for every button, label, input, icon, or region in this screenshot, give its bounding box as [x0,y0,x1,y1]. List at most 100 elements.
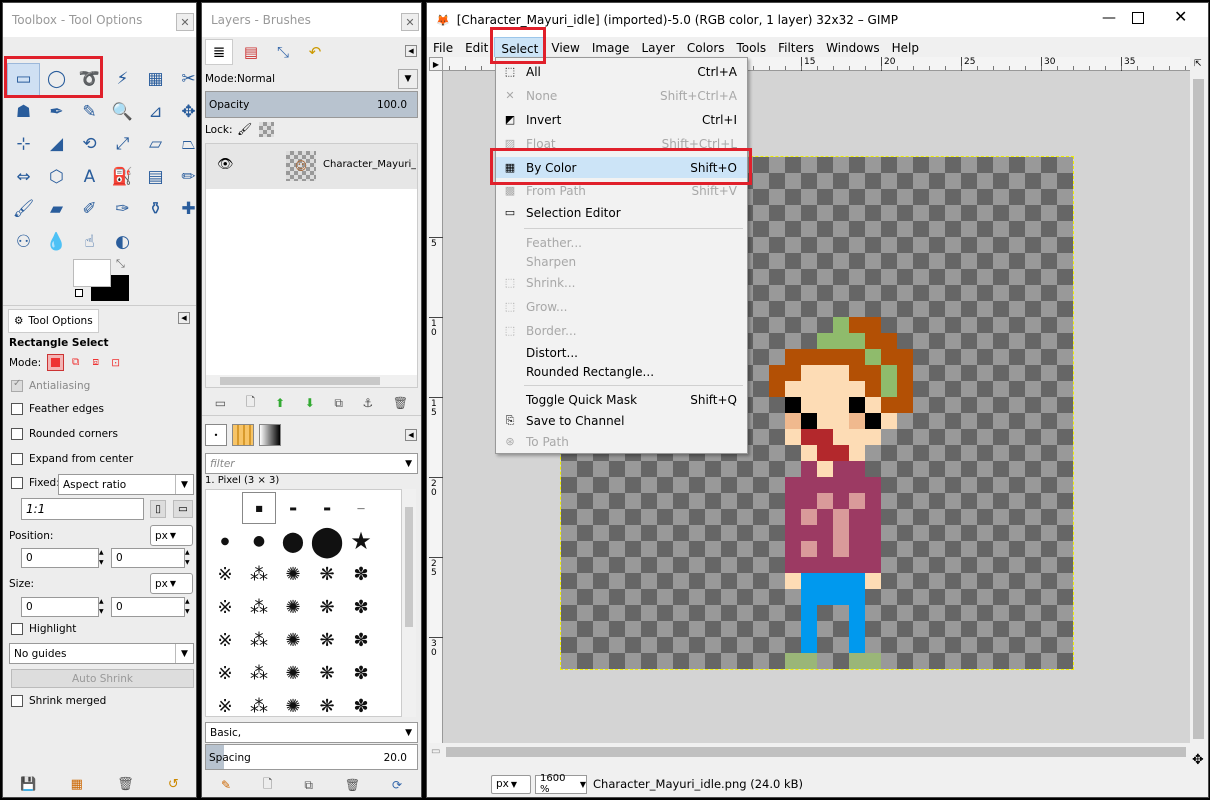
brush-item[interactable]: ✺ [276,558,310,590]
fixed-checkbox[interactable]: Fixed: [11,477,60,489]
free-select-icon[interactable]: ➰ [73,63,106,96]
panel-menu-icon[interactable]: ◀ [405,429,417,441]
position-x-spinner[interactable]: ▲ ▼ [99,548,107,568]
smudge-icon[interactable]: ☝ [73,226,106,259]
save-options-icon[interactable]: 💾 [20,777,36,792]
size-h-input[interactable]: 0 [111,597,185,617]
mode-replace-icon[interactable] [47,354,65,371]
close-icon[interactable]: ✕ [176,13,194,31]
ruler-origin[interactable]: ▶ [429,57,443,71]
menu-item-selection-editor[interactable]: ▭ Selection Editor [496,202,747,223]
brush-item[interactable]: ⁂ [242,558,276,590]
reset-options-icon[interactable]: ↺ [168,777,179,792]
brush-item[interactable] [208,492,242,524]
brush-item[interactable]: ✽ [344,657,378,689]
new-layer-icon[interactable]: 🗋 [246,393,256,414]
menu-filters[interactable]: Filters [772,37,820,59]
by-color-select-icon[interactable]: ▦ [139,63,172,96]
shear-icon[interactable]: ▱ [139,128,172,161]
menu-item-toggle-quick-mask[interactable]: Toggle Quick Mask Shift+Q [496,389,747,410]
color-picker-icon[interactable]: ✎ [73,96,106,129]
foreground-color-swatch[interactable] [73,259,111,287]
brush-item[interactable]: ※ [208,690,242,717]
brush-item[interactable]: ❋ [310,591,344,623]
fuzzy-select-icon[interactable]: ⚡ [106,63,139,96]
brush-item[interactable]: ✽ [344,690,378,717]
swap-colors-icon[interactable]: ⤡ [116,257,125,271]
rounded-corners-checkbox[interactable]: Rounded corners [11,428,118,440]
mode-subtract-icon[interactable]: ⧈ [87,354,104,371]
delete-options-icon[interactable]: 🗑 [117,777,134,792]
brush-item[interactable]: ※ [208,591,242,623]
rect-select-icon[interactable]: ▭ [7,63,40,96]
menu-item-invert[interactable]: ◩ Invert Ctrl+I [496,109,747,130]
size-h-spinner[interactable]: ▲ ▼ [185,597,193,617]
brush-item[interactable]: ❋ [310,558,344,590]
menu-item-all[interactable]: ⬚ All Ctrl+A [496,61,747,82]
close-icon[interactable]: ✕ [1174,7,1187,26]
position-y-spinner[interactable]: ▲ ▼ [185,548,193,568]
menu-file[interactable]: File [427,37,459,59]
fixed-mode-select[interactable]: Aspect ratio ▼ [58,474,194,495]
blur-icon[interactable]: 💧 [40,226,73,259]
spacing-slider[interactable]: Spacing 20.0 [205,744,418,770]
size-w-spinner[interactable]: ▲ ▼ [99,597,107,617]
tab-layers-icon[interactable]: ≣ [205,39,233,65]
lock-pixels-icon[interactable]: 🖌 [237,122,252,136]
position-y-input[interactable]: 0 [111,548,185,568]
layers-hscroll[interactable] [206,375,417,387]
brush-item[interactable]: ⁂ [242,591,276,623]
ink-icon[interactable]: ✑ [106,193,139,226]
new-layer-group-icon[interactable]: ▭ [215,396,226,410]
status-unit-select[interactable]: px ▼ [491,774,531,794]
brush-item[interactable]: ※ [208,624,242,656]
zoom-select[interactable]: 1600 % ▼ [535,773,587,795]
menu-help[interactable]: Help [886,37,925,59]
anchor-layer-icon[interactable]: ⚓ [363,396,374,410]
tab-gradients-icon[interactable] [259,424,281,446]
brush-item[interactable]: ■ [242,492,276,524]
layer-mode-value[interactable]: Normal [237,73,275,85]
airbrush-icon[interactable]: ✐ [73,193,106,226]
brush-item[interactable]: ✺ [276,690,310,717]
duplicate-brush-icon[interactable]: ⧉ [304,778,313,793]
menu-windows[interactable]: Windows [820,37,886,59]
menu-view[interactable]: View [545,37,585,59]
brush-item[interactable]: ❋ [310,690,344,717]
maximize-icon[interactable] [1132,12,1144,24]
brush-item[interactable]: ✺ [276,657,310,689]
rotate-icon[interactable]: ⟲ [73,128,106,161]
brush-item[interactable]: ▬ [310,492,344,524]
vertical-ruler[interactable]: 5 10 15 20 25 30 [429,71,443,743]
brush-item[interactable]: ⁂ [242,690,276,717]
size-w-input[interactable]: 0 [21,597,99,617]
lower-layer-icon[interactable]: ⬇ [305,396,315,410]
paintbrush-icon[interactable]: 🖌 [7,193,40,226]
refresh-brushes-icon[interactable]: ⟳ [392,778,402,792]
quick-mask-icon[interactable]: ▭ [431,746,440,757]
minimize-icon[interactable]: — [1102,10,1116,26]
align-icon[interactable]: ⊹ [7,128,40,161]
brush-item[interactable]: ⁂ [242,624,276,656]
brush-item[interactable]: ⬤ [310,524,344,559]
panel-menu-icon[interactable]: ◀ [178,312,190,324]
lock-alpha-icon[interactable] [259,122,274,137]
zoom-icon[interactable]: 🔍 [106,96,139,129]
brush-vscroll[interactable] [402,489,416,717]
chevron-down-icon[interactable]: ▼ [398,69,418,89]
position-unit-select[interactable]: px ▼ [150,525,193,546]
brush-preset-select[interactable]: Basic, ▼ [205,722,418,743]
bucket-fill-icon[interactable]: ⛽ [106,161,139,194]
brush-item[interactable]: ✺ [276,624,310,656]
blend-icon[interactable]: ▤ [139,161,172,194]
brush-item[interactable]: ※ [208,657,242,689]
brush-item[interactable]: ● [208,525,242,557]
menu-colors[interactable]: Colors [681,37,731,59]
tab-brushes-icon[interactable]: • [205,424,227,446]
brush-item[interactable]: ❋ [310,657,344,689]
menu-select[interactable]: Select [494,37,546,59]
ellipse-select-icon[interactable]: ◯ [40,63,73,96]
expand-from-center-checkbox[interactable]: Expand from center [11,453,133,465]
measure-icon[interactable]: ⊿ [139,96,172,129]
brush-item[interactable]: ▬ [276,492,310,524]
